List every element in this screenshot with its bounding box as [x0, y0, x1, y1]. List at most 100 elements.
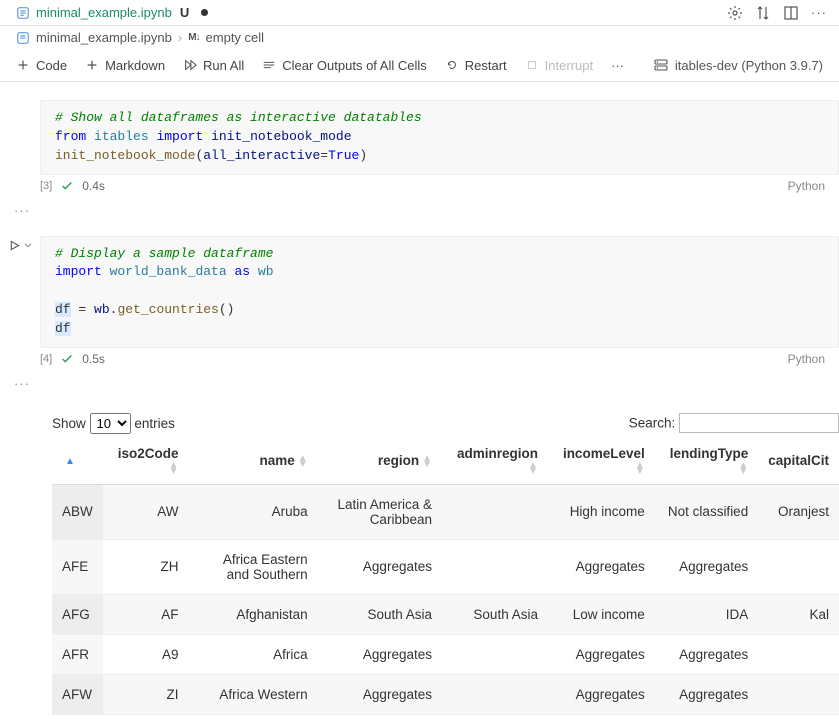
table-row[interactable]: AFGAFAfghanistanSouth AsiaSouth AsiaLow … — [52, 594, 839, 634]
code-editor[interactable]: # Display a sample dataframe import worl… — [40, 236, 839, 348]
table-row[interactable]: AFRA9AfricaAggregatesAggregatesAggregate… — [52, 634, 839, 674]
plus-icon — [16, 58, 30, 72]
collapsed-cells-indicator[interactable]: ··· — [0, 376, 839, 391]
table-row[interactable]: AFWZIAfrica WesternAggregatesAggregatesA… — [52, 674, 839, 714]
breadcrumb-cell[interactable]: empty cell — [206, 30, 265, 45]
table-cell — [758, 539, 839, 594]
run-all-button[interactable]: Run All — [175, 54, 252, 77]
column-header-adminregion[interactable]: adminregion▲▼ — [442, 438, 548, 485]
editor-tab[interactable]: minimal_example.ipynb U — [4, 1, 220, 24]
code-cell[interactable]: # Display a sample dataframe import worl… — [0, 236, 839, 370]
column-header-capital[interactable]: capitalCit — [758, 438, 839, 485]
dt-show-label: Show — [52, 416, 86, 431]
clear-icon — [262, 58, 276, 72]
search-input[interactable] — [679, 413, 839, 433]
clear-outputs-button[interactable]: Clear Outputs of All Cells — [254, 54, 435, 77]
cell-language[interactable]: Python — [788, 352, 831, 366]
column-header-lendingtype[interactable]: lendingType▲▼ — [655, 438, 758, 485]
run-all-label: Run All — [203, 58, 244, 73]
table-cell: AW — [103, 484, 189, 539]
cell-duration: 0.5s — [82, 352, 105, 366]
gear-icon[interactable] — [727, 5, 743, 21]
dt-search-label: Search: — [629, 416, 676, 431]
table-row[interactable]: AFEZHAfrica Eastern and SouthernAggregat… — [52, 539, 839, 594]
table-cell: Not classified — [655, 484, 758, 539]
clear-outputs-label: Clear Outputs of All Cells — [282, 58, 427, 73]
breadcrumb-file[interactable]: minimal_example.ipynb — [36, 30, 172, 45]
plus-icon — [85, 58, 99, 72]
table-cell: Aggregates — [318, 674, 442, 714]
table-cell: ZH — [103, 539, 189, 594]
notebook-toolbar: Code Markdown Run All Clear Outputs of A… — [0, 49, 839, 82]
table-row[interactable]: ABWAWArubaLatin America & CaribbeanHigh … — [52, 484, 839, 539]
exec-count: [3] — [40, 180, 52, 192]
table-header-row: ▲ iso2Code▲▼ name▲▼ region▲▼ adminregion… — [52, 438, 839, 485]
table-cell: Aggregates — [318, 539, 442, 594]
toolbar-more[interactable]: ··· — [603, 54, 632, 77]
chevron-down-icon[interactable] — [23, 240, 33, 250]
table-cell: Aggregates — [548, 674, 655, 714]
notebook-file-icon — [16, 31, 30, 45]
notebook-file-icon — [16, 6, 30, 20]
cell-gutter — [0, 100, 40, 197]
table-cell — [442, 674, 548, 714]
table-cell — [758, 634, 839, 674]
code-comment: # Show all dataframes as interactive dat… — [55, 110, 422, 125]
markdown-cell-icon: M↓ — [188, 32, 199, 43]
add-markdown-button[interactable]: Markdown — [77, 54, 173, 77]
column-header-index[interactable]: ▲ — [52, 438, 103, 485]
compare-icon[interactable] — [755, 5, 771, 21]
interrupt-label: Interrupt — [545, 58, 593, 73]
sort-icon: ▲▼ — [169, 463, 179, 475]
restart-button[interactable]: Restart — [437, 54, 515, 77]
table-cell: Aggregates — [548, 539, 655, 594]
table-cell: AFE — [52, 539, 103, 594]
page-length-select[interactable]: 10 — [90, 413, 131, 434]
code-editor[interactable]: # Show all dataframes as interactive dat… — [40, 100, 839, 175]
cell-gutter — [0, 236, 40, 370]
column-header-name[interactable]: name▲▼ — [189, 438, 318, 485]
code-cell[interactable]: # Show all dataframes as interactive dat… — [0, 100, 839, 197]
sort-icon: ▲▼ — [298, 456, 308, 468]
table-cell: Africa — [189, 634, 318, 674]
column-header-iso2code[interactable]: iso2Code▲▼ — [103, 438, 189, 485]
tab-dirty-indicator — [201, 9, 208, 16]
run-cell-icon[interactable] — [8, 239, 21, 252]
cell-duration: 0.4s — [82, 179, 105, 193]
add-markdown-label: Markdown — [105, 58, 165, 73]
cell-language[interactable]: Python — [788, 179, 831, 193]
table-cell: IDA — [655, 594, 758, 634]
check-icon — [60, 352, 74, 366]
column-header-incomelevel[interactable]: incomeLevel▲▼ — [548, 438, 655, 485]
tab-filename: minimal_example.ipynb — [36, 5, 172, 20]
table-cell: Aggregates — [655, 634, 758, 674]
table-cell: AFG — [52, 594, 103, 634]
datatable-length-control: Show 10 entries — [52, 413, 175, 434]
table-cell: South Asia — [318, 594, 442, 634]
table-cell: A9 — [103, 634, 189, 674]
table-cell — [442, 634, 548, 674]
breadcrumb: minimal_example.ipynb › M↓ empty cell — [0, 26, 839, 49]
add-code-button[interactable]: Code — [8, 54, 75, 77]
more-icon[interactable]: ··· — [811, 5, 827, 20]
layout-icon[interactable] — [783, 5, 799, 21]
tab-modified-badge: U — [180, 5, 189, 20]
table-cell: ABW — [52, 484, 103, 539]
collapsed-cells-indicator[interactable]: ··· — [0, 203, 839, 218]
table-cell: Aggregates — [318, 634, 442, 674]
column-header-region[interactable]: region▲▼ — [318, 438, 442, 485]
interrupt-button[interactable]: Interrupt — [517, 54, 601, 77]
table-cell: Oranjest — [758, 484, 839, 539]
breadcrumb-separator: › — [178, 30, 182, 45]
exec-count: [4] — [40, 353, 52, 365]
cell-gutter — [0, 409, 40, 715]
table-cell: Africa Western — [189, 674, 318, 714]
restart-icon — [445, 58, 459, 72]
table-cell: ZI — [103, 674, 189, 714]
sort-icon: ▲▼ — [635, 463, 645, 475]
table-cell — [442, 484, 548, 539]
kernel-picker[interactable]: itables-dev (Python 3.9.7) — [645, 53, 831, 77]
sort-icon: ▲▼ — [738, 463, 748, 475]
table-cell: AF — [103, 594, 189, 634]
table-cell — [442, 539, 548, 594]
